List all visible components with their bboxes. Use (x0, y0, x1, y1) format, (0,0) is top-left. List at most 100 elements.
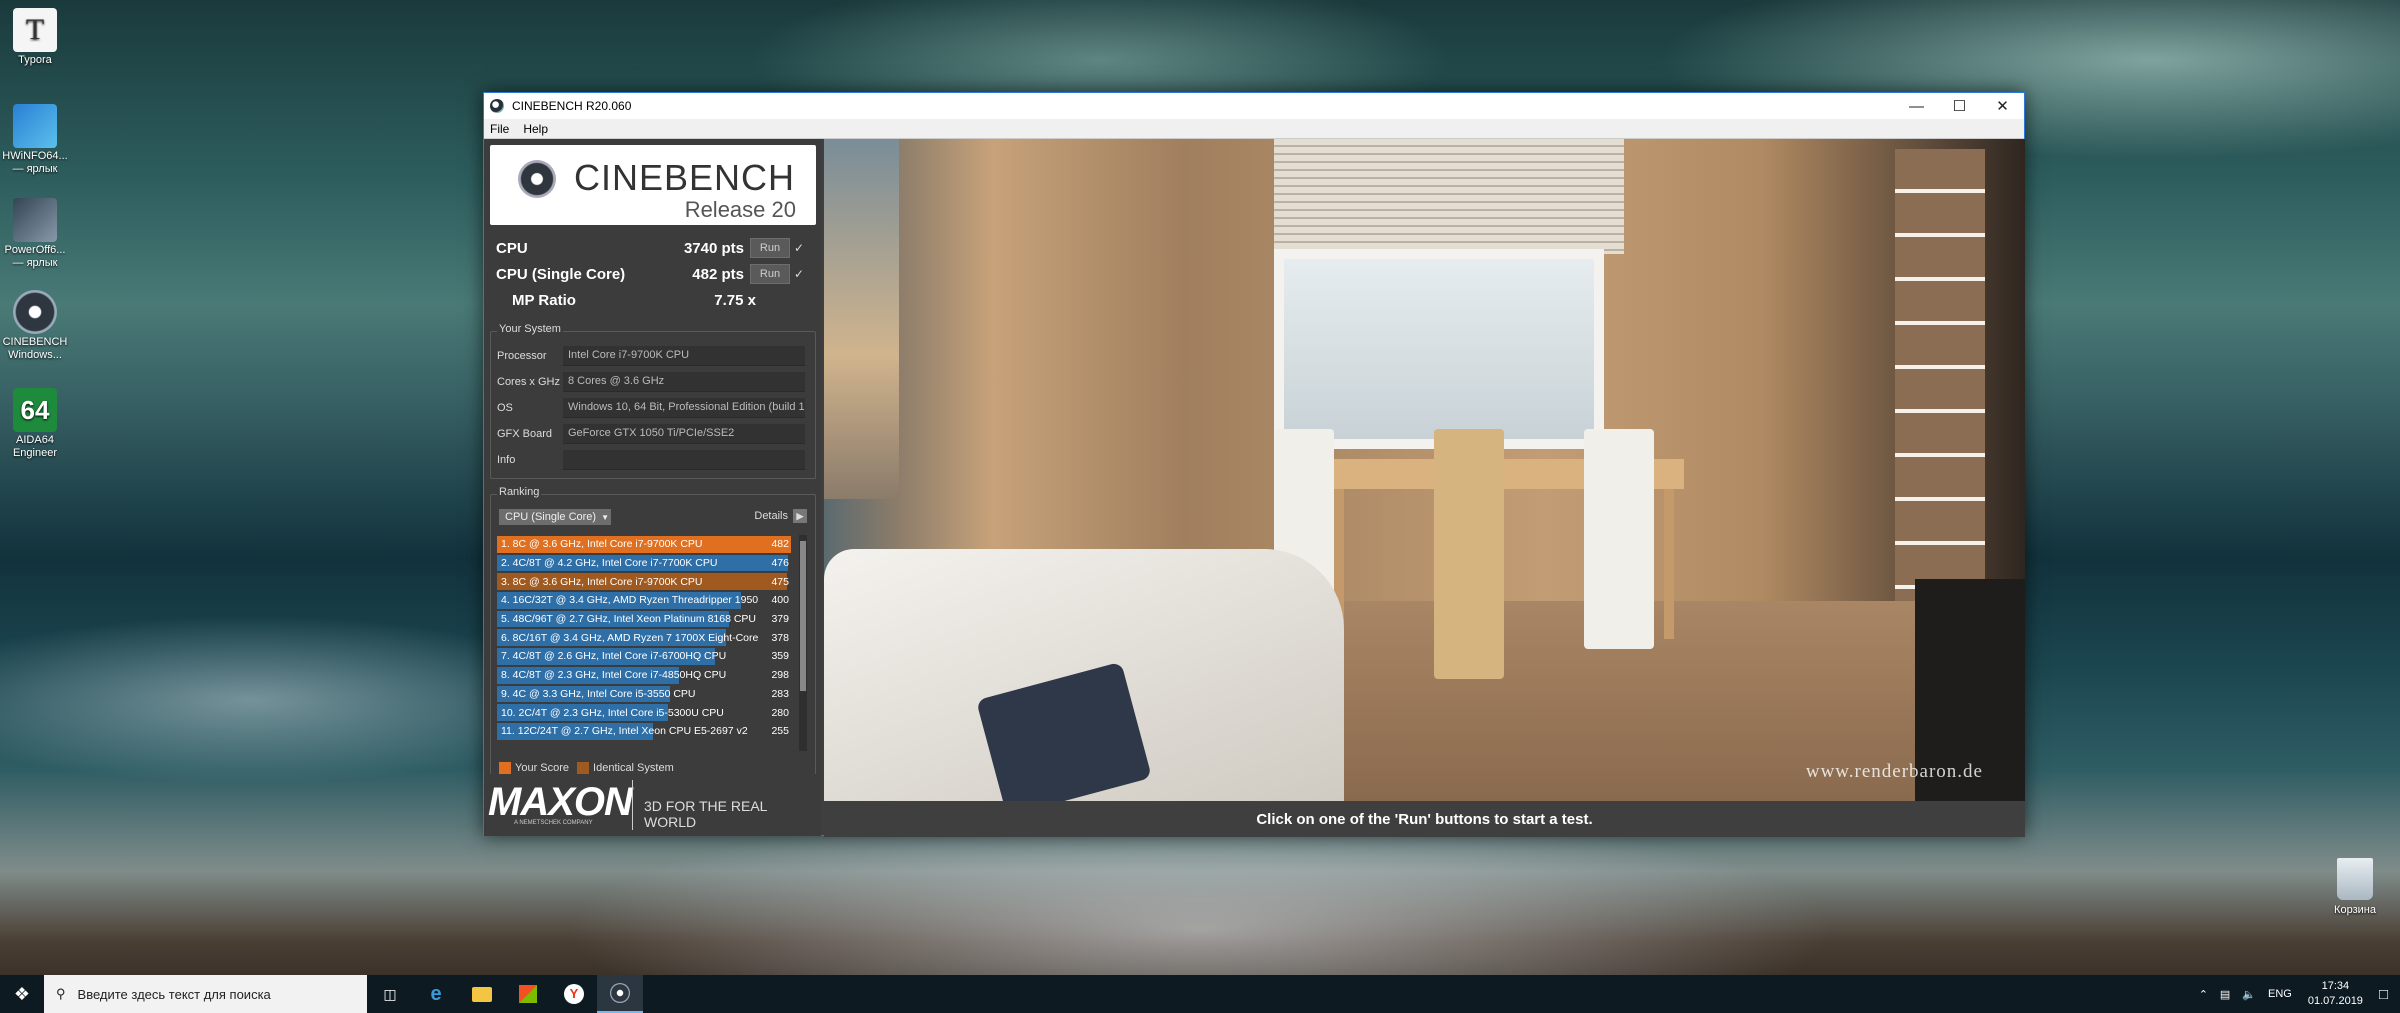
poweroff-icon (13, 198, 57, 242)
system-row-processor: Processor Intel Core i7-9700K CPU (497, 345, 805, 366)
taskbar-yandex[interactable]: Y (551, 975, 597, 1013)
expand-icon: ▶ (793, 509, 807, 523)
info-field[interactable] (563, 449, 805, 470)
ranking-row[interactable]: 5. 48C/96T @ 2.7 GHz, Intel Xeon Platinu… (497, 610, 791, 629)
ranking-row[interactable]: 8. 4C/8T @ 2.3 GHz, Intel Core i7-4850HQ… (497, 666, 791, 685)
menu-file[interactable]: File (490, 122, 509, 136)
notifications-icon[interactable]: □ (2379, 986, 2388, 1003)
ranking-row[interactable]: 11. 12C/24T @ 2.7 GHz, Intel Xeon CPU E5… (497, 722, 791, 741)
maxon-logo: MAXON (488, 780, 633, 824)
cinebench-window: CINEBENCH R20.060 — ☐ ✕ File Help CINEBE… (483, 92, 2025, 837)
volume-icon[interactable]: 🔈 (2242, 988, 2256, 1001)
taskbar-store[interactable] (505, 975, 551, 1013)
title-bar[interactable]: CINEBENCH R20.060 — ☐ ✕ (484, 93, 2024, 119)
window-title: CINEBENCH R20.060 (512, 99, 632, 113)
ranking-row[interactable]: 6. 8C/16T @ 3.4 GHz, AMD Ryzen 7 1700X E… (497, 628, 791, 647)
start-button[interactable]: ❖ (0, 975, 44, 1013)
ranking-select[interactable]: CPU (Single Core) ▼ (499, 509, 611, 525)
search-placeholder: Введите здесь текст для поиска (77, 986, 271, 1002)
ranking-row-label: 7. 4C/8T @ 2.6 GHz, Intel Core i7-6700HQ… (501, 650, 727, 663)
menu-help[interactable]: Help (523, 122, 548, 136)
tray-chevron-icon[interactable]: ⌃ (2199, 988, 2208, 1001)
desktop-icon-hwinfo[interactable]: HWiNFO64... — ярлык (0, 104, 70, 176)
cinebench-header: CINEBENCH Release 20 (490, 145, 816, 225)
clock[interactable]: 17:34 01.07.2019 (2308, 979, 2363, 1009)
menu-bar: File Help (484, 119, 2024, 139)
ranking-title: Ranking (497, 486, 542, 498)
desktop-icon-recycle-bin[interactable]: Корзина (2320, 858, 2390, 916)
render-window (1274, 249, 1604, 449)
details-toggle[interactable]: Details ▶ (754, 509, 807, 523)
ranking-row-score: 476 (771, 557, 789, 570)
typora-icon: T (13, 8, 57, 52)
ranking-row[interactable]: 2. 4C/8T @ 4.2 GHz, Intel Core i7-7700K … (497, 554, 791, 573)
ranking-group: Ranking CPU (Single Core) ▼ Details ▶ 1. 8… (490, 486, 816, 780)
render-blinds (1274, 139, 1624, 254)
maxon-tagline: 3D FOR THE REAL WORLD (644, 798, 767, 830)
ranking-row-score: 400 (771, 594, 789, 607)
ranking-row[interactable]: 1. 8C @ 3.6 GHz, Intel Core i7-9700K CPU… (497, 535, 791, 554)
render-view: www.renderbaron.de (824, 139, 2025, 801)
ranking-legend: Your Score Identical System (499, 762, 674, 774)
ranking-row-score: 298 (771, 669, 789, 682)
footer-divider (632, 780, 633, 830)
ranking-row-label: 4. 16C/32T @ 3.4 GHz, AMD Ryzen Threadri… (501, 594, 759, 607)
taskbar-explorer[interactable] (459, 975, 505, 1013)
single-core-score: 482 pts (692, 265, 744, 283)
single-core-score-row: CPU (Single Core) 482 pts Run ✓ (496, 261, 808, 287)
ranking-row[interactable]: 7. 4C/8T @ 2.6 GHz, Intel Core i7-6700HQ… (497, 647, 791, 666)
dropdown-arrow-icon: ▼ (601, 512, 610, 522)
taskbar-edge[interactable]: e (413, 975, 459, 1013)
minimize-button[interactable]: — (1895, 93, 1938, 119)
maxon-footer: MAXON A NEMETSCHEK COMPANY 3D FOR THE RE… (484, 774, 821, 836)
desktop-icon-cinebench[interactable]: CINEBENCH Windows... (0, 290, 70, 362)
ranking-row-score: 482 (771, 538, 789, 551)
maxon-subtitle: A NEMETSCHEK COMPANY (514, 820, 593, 826)
your-system-title: Your System (497, 323, 563, 335)
taskbar-cinebench[interactable] (597, 975, 643, 1013)
mp-ratio-label: MP Ratio (512, 291, 576, 309)
ranking-row-label: 5. 48C/96T @ 2.7 GHz, Intel Xeon Platinu… (501, 613, 757, 626)
cpu-label: CPU (496, 239, 528, 257)
maximize-button[interactable]: ☐ (1938, 93, 1981, 119)
left-panel: CINEBENCH Release 20 CPU 3740 pts Run ✓ … (484, 139, 821, 836)
scrollbar-thumb[interactable] (800, 541, 806, 691)
desktop-icon-poweroff[interactable]: PowerOff6... — ярлык (0, 198, 70, 270)
ranking-row-label: 9. 4C @ 3.3 GHz, Intel Core i5-3550 CPU (501, 687, 696, 700)
cinebench-taskbar-icon (610, 983, 630, 1003)
ranking-row-score: 255 (771, 725, 789, 738)
ranking-row[interactable]: 10. 2C/4T @ 2.3 GHz, Intel Core i5-5300U… (497, 703, 791, 722)
network-icon[interactable]: ▤ (2220, 988, 2230, 1001)
language-indicator[interactable]: ENG (2268, 988, 2292, 1000)
cpu-run-button[interactable]: Run (750, 238, 790, 258)
brand-title: CINEBENCH (574, 157, 796, 198)
ranking-list[interactable]: 1. 8C @ 3.6 GHz, Intel Core i7-9700K CPU… (497, 535, 791, 751)
store-icon (519, 985, 537, 1003)
taskbar: ❖ ⚲ Введите здесь текст для поиска ◫ e Y… (0, 975, 2400, 1013)
desktop-icon-aida64[interactable]: 64 AIDA64 Engineer (0, 388, 70, 460)
system-row-os: OS Windows 10, 64 Bit, Professional Editi… (497, 397, 805, 418)
identical-system-swatch (577, 762, 590, 774)
render-chair (1434, 429, 1504, 679)
single-core-run-button[interactable]: Run (750, 264, 790, 284)
desktop-icon-typora[interactable]: T Typora (0, 8, 70, 67)
task-view-button[interactable]: ◫ (367, 975, 413, 1013)
ranking-row[interactable]: 9. 4C @ 3.3 GHz, Intel Core i5-3550 CPU 2… (497, 685, 791, 704)
render-wall-mural (824, 139, 899, 499)
recycle-bin-icon (2337, 858, 2373, 900)
system-row-gfx: GFX Board GeForce GTX 1050 Ti/PCIe/SSE2 (497, 423, 805, 444)
ranking-row[interactable]: 4. 16C/32T @ 3.4 GHz, AMD Ryzen Threadri… (497, 591, 791, 610)
ranking-row-label: 8. 4C/8T @ 2.3 GHz, Intel Core i7-4850HQ… (501, 669, 727, 682)
render-table-leg (1664, 489, 1674, 639)
close-button[interactable]: ✕ (1981, 93, 2024, 119)
system-row-info: Info (497, 449, 805, 470)
taskbar-search[interactable]: ⚲ Введите здесь текст для поиска (44, 975, 367, 1013)
task-view-icon: ◫ (383, 985, 397, 1002)
ranking-scrollbar[interactable] (799, 535, 807, 751)
ranking-row-score: 379 (771, 613, 789, 626)
ranking-row[interactable]: 3. 8C @ 3.6 GHz, Intel Core i7-9700K CPU… (497, 572, 791, 591)
ranking-row-label: 10. 2C/4T @ 2.3 GHz, Intel Core i5-5300U… (501, 706, 724, 719)
windows-logo-icon: ❖ (13, 983, 31, 1004)
aida64-icon: 64 (13, 388, 57, 432)
cinema4d-logo-icon (518, 160, 556, 198)
